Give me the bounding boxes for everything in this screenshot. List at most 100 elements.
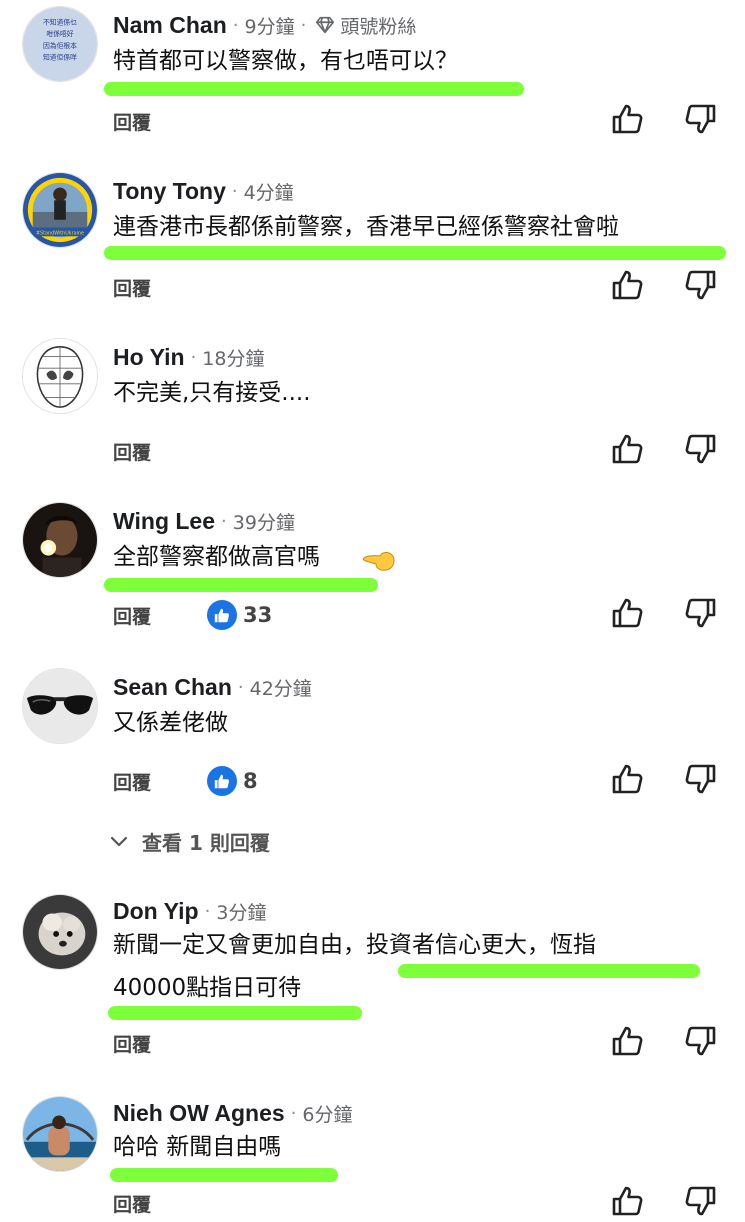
thumbs-down-icon bbox=[685, 104, 716, 134]
diamond-icon bbox=[316, 16, 335, 34]
thumbs-down-icon bbox=[685, 1186, 716, 1216]
reply-button[interactable]: 回覆 bbox=[113, 274, 151, 301]
avatar[interactable]: 不知道係乜 咁係唔好 因為佢根本 知道佢係咩 bbox=[22, 6, 98, 82]
timestamp[interactable]: 4分鐘 bbox=[244, 178, 294, 205]
timestamp[interactable]: 18分鐘 bbox=[202, 344, 264, 371]
like-reaction-icon bbox=[207, 600, 238, 630]
reaction-count: 8 bbox=[243, 769, 258, 793]
comment-line: 新聞一定又會更加自由，投資者信心更大，恆指 bbox=[113, 932, 596, 958]
comment-text: 特首都可以警察做，有乜唔可以？ bbox=[113, 42, 458, 81]
avatar[interactable] bbox=[22, 894, 98, 970]
comment-line: 40000點指日可待 bbox=[113, 975, 302, 1001]
reaction-summary[interactable]: 33 bbox=[207, 600, 272, 630]
view-replies-label: 查看 1 則回覆 bbox=[142, 830, 270, 855]
top-fan-badge: 頭號粉絲 bbox=[312, 12, 416, 39]
comment-line: 又係差佬做 bbox=[113, 710, 228, 736]
separator-dot: · bbox=[231, 180, 238, 202]
reply-button[interactable]: 回覆 bbox=[113, 1190, 151, 1217]
comment-actions: 回覆 bbox=[113, 104, 151, 138]
separator-dot: · bbox=[232, 14, 239, 36]
comment-line: 哈哈 新聞自由嗎 bbox=[113, 1134, 282, 1160]
comment-text: 又係差佬做 bbox=[113, 704, 228, 743]
separator-dot: · bbox=[300, 14, 307, 36]
dislike-button[interactable] bbox=[684, 268, 718, 302]
avatar[interactable]: #StandWithUkraine bbox=[22, 172, 98, 248]
highlight-stroke bbox=[104, 578, 378, 592]
highlight-stroke bbox=[108, 1006, 362, 1020]
view-replies-button[interactable]: 查看 1 則回覆 bbox=[110, 826, 270, 856]
separator-dot: · bbox=[237, 676, 244, 698]
like-button[interactable] bbox=[610, 596, 644, 630]
thumbs-down-icon bbox=[685, 270, 716, 300]
timestamp[interactable]: 42分鐘 bbox=[250, 674, 312, 701]
comment-text: 不完美,只有接受.... bbox=[113, 374, 311, 413]
reply-button[interactable]: 回覆 bbox=[113, 602, 151, 629]
comment-line: 不完美,只有接受.... bbox=[113, 380, 311, 406]
author-name[interactable]: Don Yip bbox=[113, 898, 199, 925]
comment-meta: Tony Tony · 4分鐘 bbox=[113, 174, 294, 208]
comment-line: 全部警察都做高官嗎 bbox=[113, 544, 320, 570]
separator-dot: · bbox=[221, 510, 227, 532]
reply-button[interactable]: 回覆 bbox=[113, 1030, 151, 1057]
avatar[interactable] bbox=[22, 668, 98, 744]
author-name[interactable]: Nam Chan bbox=[113, 12, 227, 39]
thumbs-up-icon bbox=[612, 270, 643, 300]
like-button[interactable] bbox=[610, 1184, 644, 1218]
like-button[interactable] bbox=[610, 432, 644, 466]
separator-dot: · bbox=[290, 1102, 297, 1124]
thumbs-up-icon bbox=[612, 104, 643, 134]
author-name[interactable]: Tony Tony bbox=[113, 178, 226, 205]
timestamp[interactable]: 6分鐘 bbox=[302, 1100, 352, 1127]
timestamp[interactable]: 9分鐘 bbox=[244, 12, 294, 39]
thumbs-down-icon bbox=[685, 434, 716, 464]
reaction-count: 33 bbox=[243, 603, 273, 627]
reply-button[interactable]: 回覆 bbox=[113, 108, 151, 135]
comment-text: 全部警察都做高官嗎 bbox=[113, 538, 320, 577]
dislike-button[interactable] bbox=[684, 596, 718, 630]
like-reaction-icon bbox=[207, 766, 238, 796]
comment-actions: 回覆 bbox=[113, 1026, 151, 1060]
reply-button[interactable]: 回覆 bbox=[113, 768, 151, 795]
separator-dot: · bbox=[204, 900, 211, 922]
chevron-down-icon bbox=[110, 836, 128, 847]
timestamp[interactable]: 39分鐘 bbox=[233, 508, 295, 535]
thumbs-up-icon bbox=[612, 1026, 643, 1056]
like-button[interactable] bbox=[610, 102, 644, 136]
author-name[interactable]: Nieh OW Agnes bbox=[113, 1100, 285, 1127]
like-button[interactable] bbox=[610, 268, 644, 302]
comment-text: 新聞一定又會更加自由，投資者信心更大，恆指 40000點指日可待 bbox=[113, 926, 596, 1008]
thumbs-up-icon bbox=[612, 434, 643, 464]
author-name[interactable]: Sean Chan bbox=[113, 674, 232, 701]
dislike-button[interactable] bbox=[684, 1024, 718, 1058]
thumbs-up-icon bbox=[612, 764, 643, 794]
author-name[interactable]: Ho Yin bbox=[113, 344, 185, 371]
timestamp[interactable]: 3分鐘 bbox=[216, 898, 266, 925]
thumbs-up-icon bbox=[612, 598, 643, 628]
dislike-button[interactable] bbox=[684, 102, 718, 136]
avatar[interactable] bbox=[22, 1096, 98, 1172]
comment-actions: 回覆 bbox=[113, 270, 151, 304]
avatar-text-line: 咁係唔好 bbox=[46, 29, 73, 38]
thumbs-down-icon bbox=[685, 598, 716, 628]
comment-meta: Nam Chan · 9分鐘 · 頭號粉絲 bbox=[113, 8, 416, 42]
thumbs-down-icon bbox=[685, 764, 716, 794]
author-name[interactable]: Wing Lee bbox=[113, 508, 215, 535]
comment-meta: Nieh OW Agnes · 6分鐘 bbox=[113, 1096, 353, 1130]
like-button[interactable] bbox=[610, 1024, 644, 1058]
dislike-button[interactable] bbox=[684, 762, 718, 796]
comment-meta: Wing Lee · 39分鐘 bbox=[113, 504, 295, 538]
dislike-button[interactable] bbox=[684, 1184, 718, 1218]
like-button[interactable] bbox=[610, 762, 644, 796]
reaction-summary[interactable]: 8 bbox=[207, 766, 258, 796]
comment-meta: Ho Yin · 18分鐘 bbox=[113, 340, 264, 374]
reply-button[interactable]: 回覆 bbox=[113, 438, 151, 465]
dislike-button[interactable] bbox=[684, 432, 718, 466]
avatar-text-line: 不知道係乜 bbox=[43, 18, 77, 27]
comment-line: 連香港市長都係前警察，香港早已經係警察社會啦 bbox=[113, 214, 619, 240]
thumbs-up-icon bbox=[612, 1186, 643, 1216]
avatar[interactable] bbox=[22, 338, 98, 414]
thumbs-down-icon bbox=[685, 1026, 716, 1056]
top-fan-label: 頭號粉絲 bbox=[340, 15, 417, 38]
avatar[interactable] bbox=[22, 502, 98, 578]
avatar-text-line: 因為佢根本 bbox=[43, 41, 77, 50]
